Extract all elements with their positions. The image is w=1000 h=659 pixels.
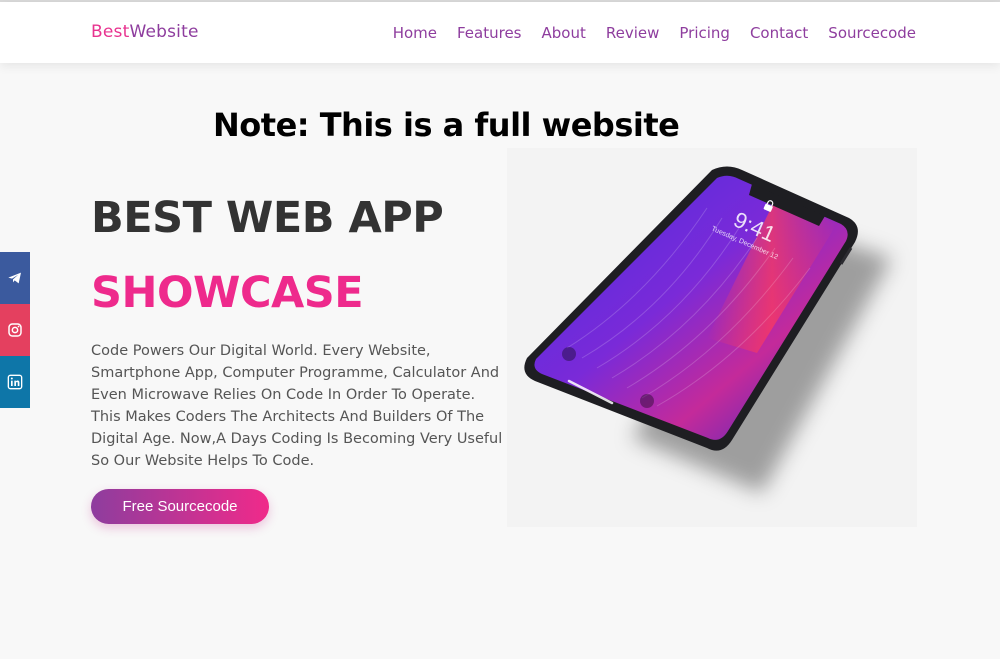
hero-description: Code Powers Our Digital World. Every Web… (91, 343, 503, 469)
flashlight-icon (562, 347, 576, 361)
social-sidebar (0, 252, 30, 408)
nav-review[interactable]: Review (606, 24, 660, 42)
logo-website-text: Website (129, 22, 199, 42)
instagram-link[interactable] (0, 304, 30, 356)
camera-icon (640, 394, 654, 408)
nav-pricing[interactable]: Pricing (679, 24, 730, 42)
phone-showcase-image: 9:41 Tuesday, December 12 (507, 148, 917, 527)
nav-features[interactable]: Features (457, 24, 522, 42)
navbar: BestWebsite Home Features About Review P… (0, 2, 1000, 63)
nav-home[interactable]: Home (393, 24, 437, 42)
note-text: Note: This is a full website (213, 106, 680, 144)
linkedin-icon (7, 374, 23, 390)
phone-illustration: 9:41 Tuesday, December 12 (524, 166, 892, 493)
nav-contact[interactable]: Contact (750, 24, 808, 42)
telegram-link[interactable] (0, 252, 30, 304)
hero-title-line2: SHOWCASE (91, 268, 364, 318)
free-sourcecode-button[interactable]: Free Sourcecode (91, 489, 269, 524)
telegram-icon (8, 272, 21, 284)
instagram-icon (8, 323, 22, 337)
linkedin-link[interactable] (0, 356, 30, 408)
logo-best-text: Best (91, 22, 130, 42)
site-logo[interactable]: BestWebsite (91, 22, 199, 42)
nav-about[interactable]: About (541, 24, 585, 42)
main-nav: Home Features About Review Pricing Conta… (393, 24, 916, 42)
hero-title-line1: BEST WEB APP (91, 193, 444, 243)
nav-sourcecode[interactable]: Sourcecode (828, 24, 916, 42)
